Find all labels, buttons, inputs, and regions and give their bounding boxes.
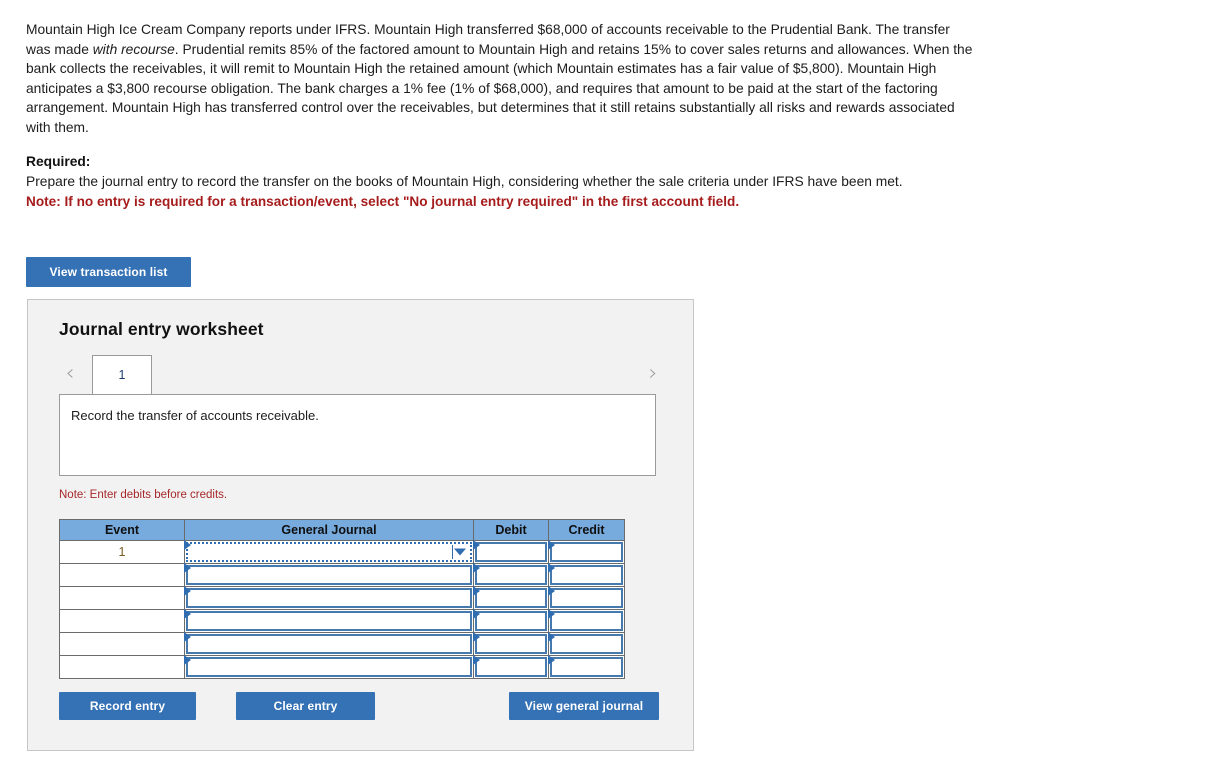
cell-general-journal-2[interactable] bbox=[184, 563, 474, 587]
cell-event-2 bbox=[59, 563, 185, 587]
chevron-right-icon[interactable]: › bbox=[642, 361, 664, 387]
cell-event-6 bbox=[59, 655, 185, 679]
chevron-left-icon[interactable]: ‹ bbox=[59, 361, 81, 387]
debit-input-5[interactable] bbox=[475, 634, 547, 654]
worksheet-title: Journal entry worksheet bbox=[59, 319, 264, 339]
cell-corner-marker-icon bbox=[548, 655, 555, 665]
cell-general-journal-4[interactable] bbox=[184, 609, 474, 633]
cell-credit-6[interactable] bbox=[548, 655, 625, 679]
cell-debit-3[interactable] bbox=[473, 586, 549, 610]
cell-debit-5[interactable] bbox=[473, 632, 549, 656]
account-select-4[interactable] bbox=[186, 611, 472, 631]
cell-corner-marker-icon bbox=[184, 609, 191, 619]
account-select-3[interactable] bbox=[186, 588, 472, 608]
clear-entry-button[interactable]: Clear entry bbox=[236, 692, 375, 720]
table-row bbox=[59, 563, 625, 587]
cell-debit-1[interactable] bbox=[473, 540, 549, 564]
cell-event-1: 1 bbox=[59, 540, 185, 564]
credit-input-3[interactable] bbox=[550, 588, 623, 608]
worksheet-tab-1-label: 1 bbox=[118, 368, 126, 382]
cell-general-journal-6[interactable] bbox=[184, 655, 474, 679]
cell-corner-marker-icon bbox=[184, 655, 191, 665]
table-row bbox=[59, 632, 625, 656]
column-header-general-journal: General Journal bbox=[184, 519, 474, 541]
table-row bbox=[59, 586, 625, 610]
cell-corner-marker-icon bbox=[548, 609, 555, 619]
table-row bbox=[59, 609, 625, 633]
transaction-description-text: Record the transfer of accounts receivab… bbox=[71, 408, 319, 423]
cell-corner-marker-icon bbox=[473, 632, 480, 642]
record-entry-button[interactable]: Record entry bbox=[59, 692, 196, 720]
cell-credit-4[interactable] bbox=[548, 609, 625, 633]
cell-corner-marker-icon bbox=[184, 563, 191, 573]
worksheet-tab-strip: ‹ 1 › bbox=[59, 355, 664, 394]
table-row bbox=[59, 655, 625, 679]
problem-text-italic: with recourse bbox=[92, 41, 175, 57]
journal-entry-worksheet-panel: Journal entry worksheet ‹ 1 › Record the… bbox=[27, 299, 694, 751]
credit-input-1[interactable] bbox=[550, 542, 623, 562]
debit-input-1[interactable] bbox=[475, 542, 547, 562]
debit-input-6[interactable] bbox=[475, 657, 547, 677]
problem-paragraph: Mountain High Ice Cream Company reports … bbox=[26, 20, 978, 138]
credit-input-2[interactable] bbox=[550, 565, 623, 585]
account-select-5[interactable] bbox=[186, 634, 472, 654]
cell-credit-5[interactable] bbox=[548, 632, 625, 656]
view-transaction-list-button[interactable]: View transaction list bbox=[26, 257, 191, 287]
required-block: Required: Prepare the journal entry to r… bbox=[26, 152, 978, 212]
credit-input-6[interactable] bbox=[550, 657, 623, 677]
required-note: Note: If no entry is required for a tran… bbox=[26, 194, 740, 210]
column-header-debit: Debit bbox=[473, 519, 549, 541]
debit-input-2[interactable] bbox=[475, 565, 547, 585]
cell-credit-3[interactable] bbox=[548, 586, 625, 610]
cell-corner-marker-icon bbox=[473, 563, 480, 573]
cell-general-journal-1[interactable] bbox=[184, 540, 474, 564]
required-label: Required: bbox=[26, 154, 91, 169]
cell-credit-2[interactable] bbox=[548, 563, 625, 587]
transaction-description-box: Record the transfer of accounts receivab… bbox=[59, 394, 656, 476]
enter-debits-note: Note: Enter debits before credits. bbox=[59, 489, 228, 501]
table-header-row: Event General Journal Debit Credit bbox=[59, 519, 625, 541]
chevron-down-icon[interactable] bbox=[454, 548, 466, 556]
column-header-event: Event bbox=[59, 519, 185, 541]
caret-separator bbox=[452, 545, 453, 559]
cell-event-3 bbox=[59, 586, 185, 610]
worksheet-tab-1[interactable]: 1 bbox=[92, 355, 152, 394]
debit-input-3[interactable] bbox=[475, 588, 547, 608]
cell-event-4 bbox=[59, 609, 185, 633]
debit-input-4[interactable] bbox=[475, 611, 547, 631]
problem-statement: Mountain High Ice Cream Company reports … bbox=[26, 20, 978, 138]
journal-entry-table: Event General Journal Debit Credit 1 bbox=[59, 519, 625, 679]
cell-corner-marker-icon bbox=[548, 540, 555, 550]
table-row: 1 bbox=[59, 540, 625, 564]
account-select-6[interactable] bbox=[186, 657, 472, 677]
column-header-credit: Credit bbox=[548, 519, 625, 541]
view-general-journal-button[interactable]: View general journal bbox=[509, 692, 659, 720]
cell-credit-1[interactable] bbox=[548, 540, 625, 564]
account-select-2[interactable] bbox=[186, 565, 472, 585]
cell-corner-marker-icon bbox=[473, 540, 480, 550]
credit-input-4[interactable] bbox=[550, 611, 623, 631]
cell-debit-6[interactable] bbox=[473, 655, 549, 679]
cell-corner-marker-icon bbox=[184, 540, 191, 550]
cell-corner-marker-icon bbox=[473, 655, 480, 665]
cell-corner-marker-icon bbox=[184, 632, 191, 642]
credit-input-5[interactable] bbox=[550, 634, 623, 654]
cell-corner-marker-icon bbox=[473, 586, 480, 596]
cell-corner-marker-icon bbox=[548, 632, 555, 642]
cell-debit-4[interactable] bbox=[473, 609, 549, 633]
cell-general-journal-5[interactable] bbox=[184, 632, 474, 656]
cell-debit-2[interactable] bbox=[473, 563, 549, 587]
cell-event-5 bbox=[59, 632, 185, 656]
required-text: Prepare the journal entry to record the … bbox=[26, 173, 903, 189]
cell-corner-marker-icon bbox=[184, 586, 191, 596]
cell-corner-marker-icon bbox=[548, 586, 555, 596]
cell-corner-marker-icon bbox=[548, 563, 555, 573]
cell-general-journal-3[interactable] bbox=[184, 586, 474, 610]
cell-corner-marker-icon bbox=[473, 609, 480, 619]
account-select-1[interactable] bbox=[186, 542, 472, 562]
